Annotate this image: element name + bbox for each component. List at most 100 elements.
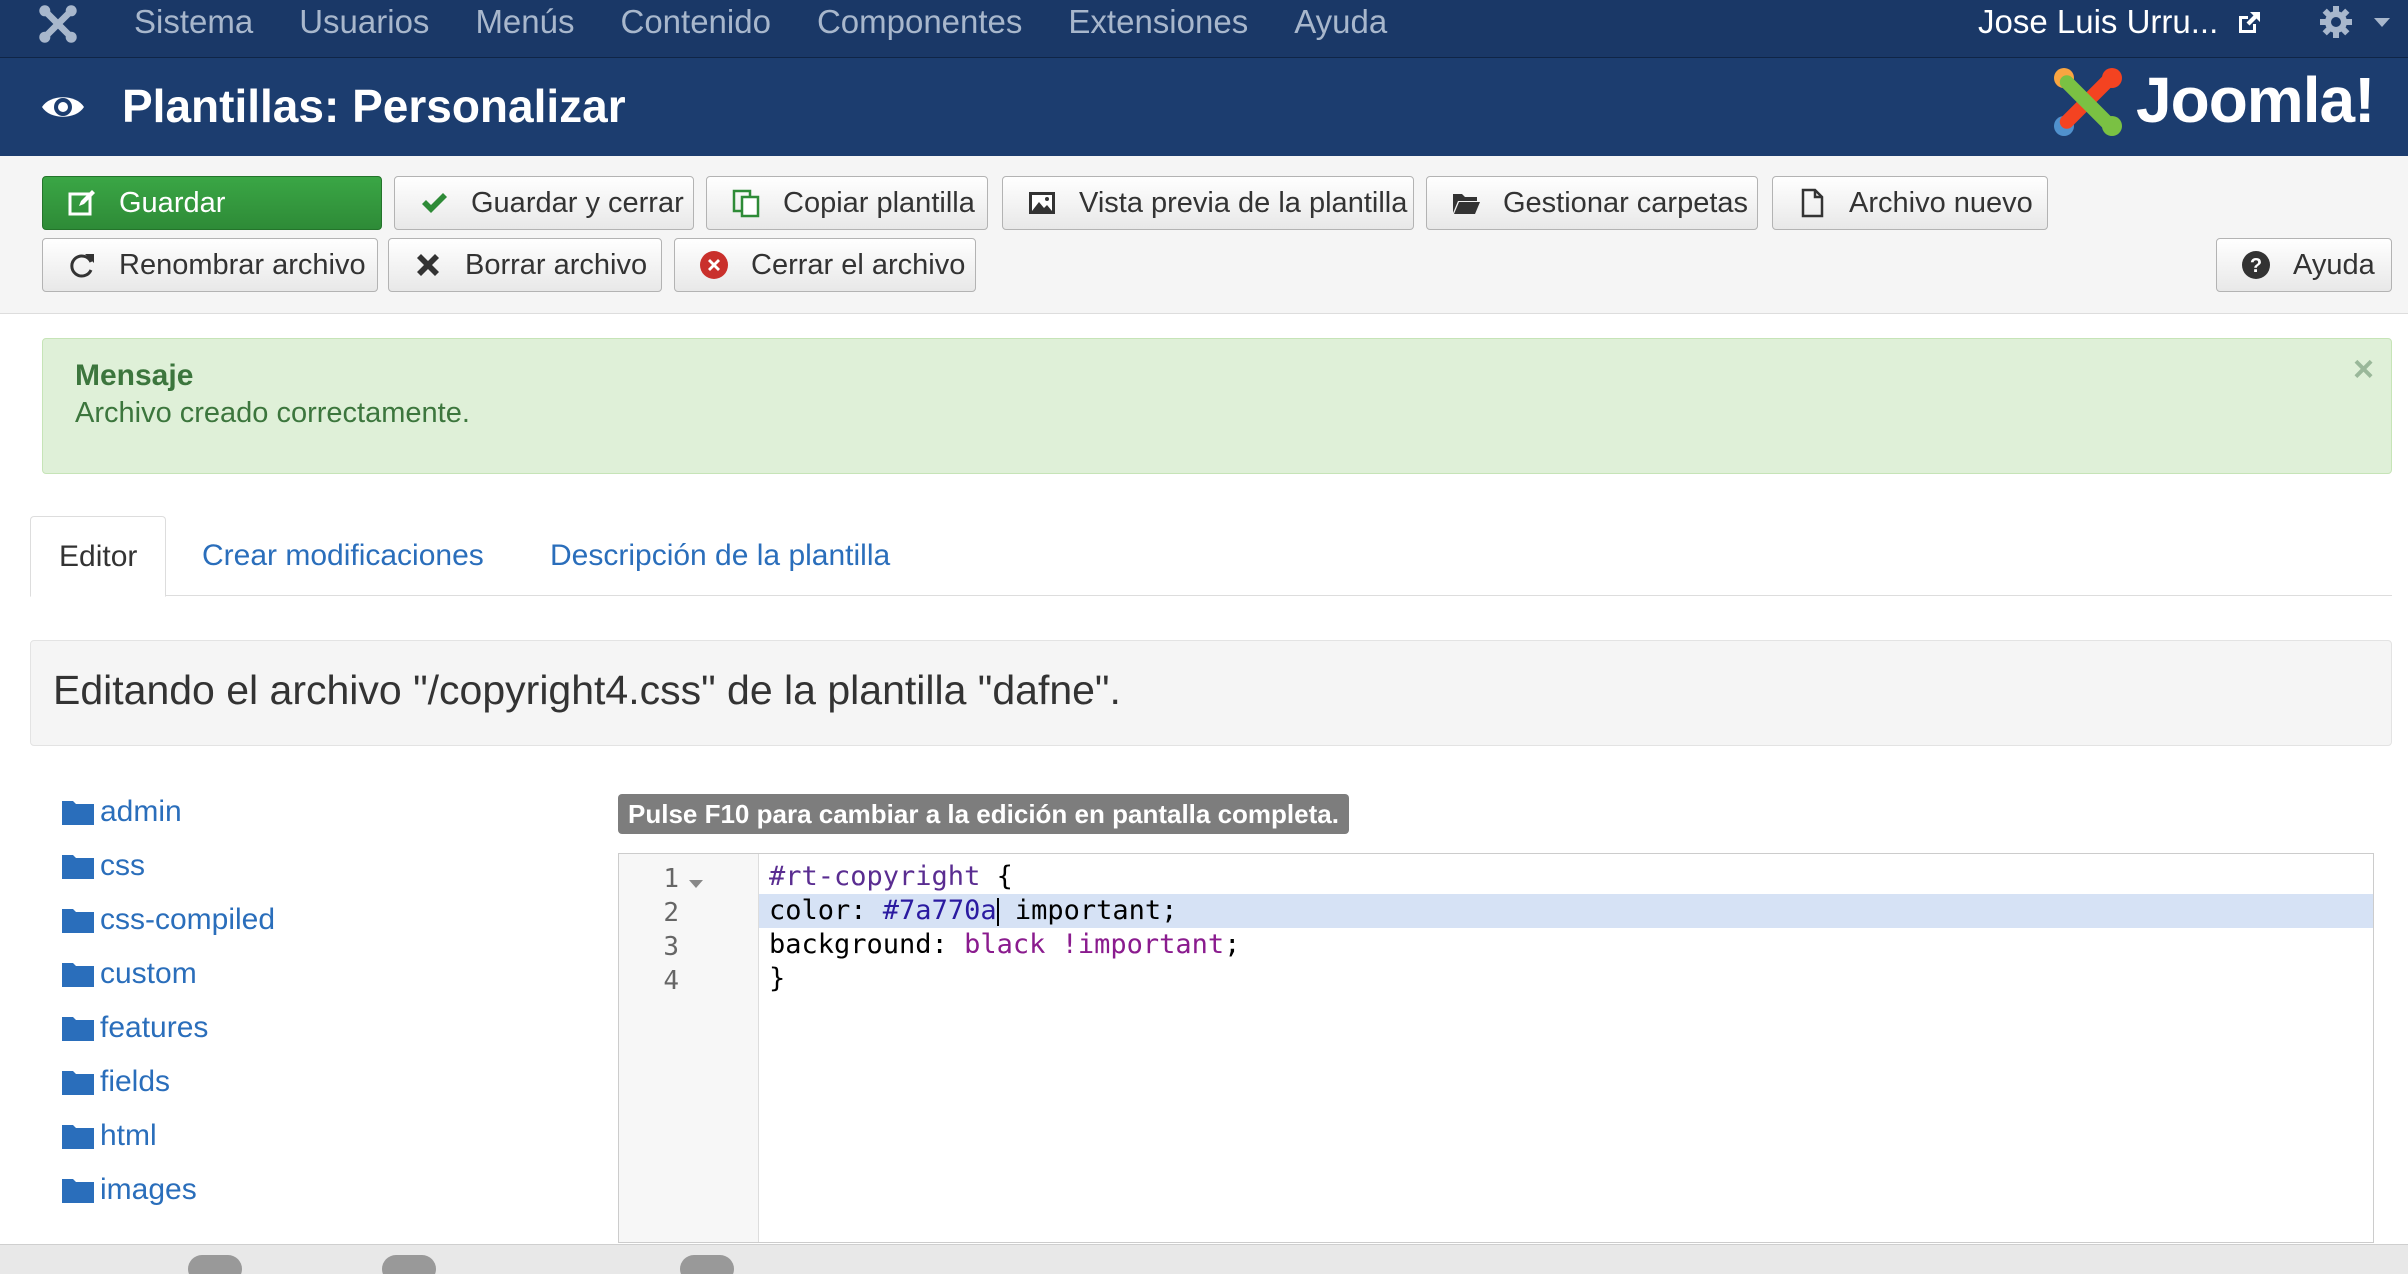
close-icon[interactable]: × [2353, 349, 2374, 389]
folder-images[interactable]: images [62, 1170, 197, 1210]
tab-bar: Editor Crear modificaciones Descripción … [30, 516, 2392, 597]
toolbar: Guardar Guardar y cerrar Copiar plantill… [0, 156, 2408, 314]
refresh-icon [70, 254, 94, 278]
folder-html[interactable]: html [62, 1116, 157, 1156]
new-file-button[interactable]: Archivo nuevo [1772, 176, 2048, 230]
line-number: 2 [663, 898, 679, 928]
status-badge [680, 1255, 734, 1274]
question-circle-icon: ? [2242, 251, 2270, 279]
preview-template-button[interactable]: Vista previa de la plantilla [1002, 176, 1414, 230]
page-title: Plantillas: Personalizar [122, 80, 626, 132]
folder-icon [62, 1071, 94, 1095]
folder-fields[interactable]: fields [62, 1062, 170, 1102]
close-file-label: Cerrar el archivo [751, 248, 966, 281]
folder-label: css-compiled [100, 903, 276, 936]
menu-item-menus[interactable]: Menús [475, 0, 574, 44]
code-brace: { [980, 861, 1013, 892]
top-navbar: Sistema Usuarios Menús Contenido Compone… [0, 0, 2408, 58]
folder-css-compiled[interactable]: css-compiled [62, 900, 275, 940]
status-bar [0, 1244, 2408, 1274]
eye-icon [42, 97, 84, 117]
tab-create-overrides[interactable]: Crear modificaciones [202, 516, 484, 596]
folder-label: features [100, 1011, 209, 1044]
line-number-gutter: 1 2 3 4 [619, 854, 759, 1242]
help-button[interactable]: ? Ayuda [2216, 238, 2392, 292]
folder-css[interactable]: css [62, 846, 145, 886]
menu-item-ayuda[interactable]: Ayuda [1294, 0, 1387, 44]
close-file-button[interactable]: Cerrar el archivo [674, 238, 976, 292]
status-badge [188, 1255, 242, 1274]
folder-label: fields [100, 1065, 171, 1098]
folder-label: images [100, 1173, 197, 1206]
css-property: color: [769, 895, 883, 926]
fold-arrow-icon[interactable] [689, 880, 703, 888]
folder-admin[interactable]: admin [62, 792, 182, 832]
delete-file-button[interactable]: Borrar archivo [388, 238, 662, 292]
menu-item-componentes[interactable]: Componentes [817, 0, 1022, 44]
line-number: 3 [663, 932, 679, 962]
external-link-icon[interactable] [2236, 10, 2262, 36]
code-line: } [759, 962, 2373, 996]
folder-icon [62, 1125, 94, 1149]
menu-item-contenido[interactable]: Contenido [621, 0, 771, 44]
message-text: Archivo creado correctamente. [75, 397, 470, 429]
joomla-icon[interactable] [36, 2, 80, 46]
menu-item-extensiones[interactable]: Extensiones [1068, 0, 1248, 44]
remove-icon [417, 254, 439, 276]
chevron-down-icon[interactable] [2374, 18, 2390, 27]
svg-text:?: ? [2250, 255, 2262, 277]
folder-icon [62, 1179, 94, 1203]
menu-item-usuarios[interactable]: Usuarios [299, 0, 429, 44]
rename-file-button[interactable]: Renombrar archivo [42, 238, 378, 292]
css-value: #7a770a [882, 895, 997, 926]
folder-icon [62, 801, 94, 825]
delete-file-label: Borrar archivo [465, 248, 648, 281]
code-line-active: color: #7a770a important; [759, 894, 2373, 928]
line-number: 4 [663, 966, 679, 996]
manage-folders-label: Gestionar carpetas [1503, 186, 1749, 219]
editing-file-banner: Editando el archivo "/copyright4.css" de… [30, 640, 2392, 746]
code-brace: } [769, 963, 786, 994]
code-line: background: black !important; [759, 928, 2373, 962]
save-label: Guardar [119, 186, 226, 219]
rename-file-label: Renombrar archivo [119, 248, 366, 281]
editing-file-text: Editando el archivo "/copyright4.css" de… [53, 667, 1121, 713]
file-icon [1801, 188, 1824, 218]
folder-icon [62, 963, 94, 987]
folder-icon [62, 1017, 94, 1041]
folder-label: css [100, 849, 145, 882]
folder-label: custom [100, 957, 197, 990]
preview-template-label: Vista previa de la plantilla [1079, 186, 1408, 219]
folder-features[interactable]: features [62, 1008, 208, 1048]
save-close-label: Guardar y cerrar [471, 186, 684, 219]
tab-editor[interactable]: Editor [30, 516, 167, 597]
folder-icon [62, 909, 94, 933]
tab-template-description[interactable]: Descripción de la plantilla [550, 516, 890, 596]
copy-template-button[interactable]: Copiar plantilla [706, 176, 988, 230]
css-value: black !important [964, 929, 1225, 960]
page-header: Plantillas: Personalizar Joomla! [0, 58, 2408, 156]
code-line: #rt-copyright { [759, 860, 2373, 894]
folder-icon [62, 855, 94, 879]
joomla-logo-text: Joomla! [2136, 64, 2375, 136]
status-badge [382, 1255, 436, 1274]
user-site-link[interactable]: Jose Luis Urru... [1978, 0, 2218, 44]
gear-icon[interactable] [2318, 4, 2354, 40]
image-icon [1029, 192, 1055, 214]
folder-custom[interactable]: custom [62, 954, 197, 994]
code-editor[interactable]: 1 2 3 4 #rt-copyright { color: #7a770a i… [618, 853, 2374, 1243]
help-label: Ayuda [2293, 248, 2375, 281]
copy-template-label: Copiar plantilla [783, 186, 975, 219]
css-rest: important; [998, 895, 1178, 926]
manage-folders-button[interactable]: Gestionar carpetas [1426, 176, 1758, 230]
folder-label: html [100, 1119, 157, 1152]
folder-label: admin [100, 795, 182, 828]
main-menu: Sistema Usuarios Menús Contenido Compone… [134, 0, 1433, 44]
css-property: background: [769, 929, 965, 960]
message-heading: Mensaje [75, 359, 194, 392]
css-selector: #rt-copyright [769, 861, 981, 892]
menu-item-sistema[interactable]: Sistema [134, 0, 253, 44]
fullscreen-hint-badge: Pulse F10 para cambiar a la edición en p… [618, 794, 1349, 834]
save-button[interactable]: Guardar [42, 176, 382, 230]
save-close-button[interactable]: Guardar y cerrar [394, 176, 694, 230]
